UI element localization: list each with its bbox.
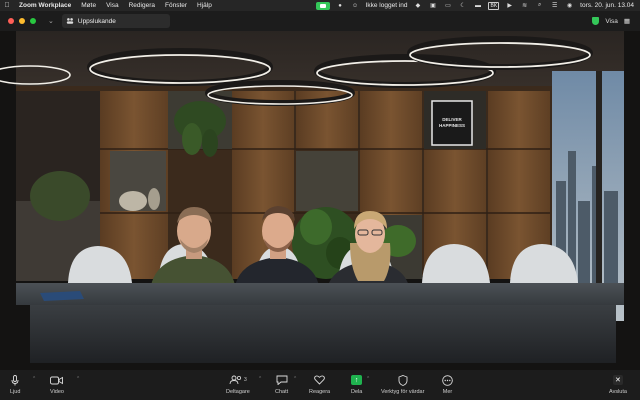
keyboard-input-badge[interactable]: BK <box>488 1 500 10</box>
conference-room-scene: DELIVER HAPPINESS <box>0 31 640 370</box>
dropbox-icon[interactable]: ◆ <box>413 2 422 9</box>
conference-table-top <box>16 283 624 305</box>
audio-button[interactable]: Ljud <box>10 374 20 395</box>
vase <box>119 191 147 211</box>
share-screen-button[interactable]: ↑ Dela <box>351 374 362 395</box>
more-icon <box>442 374 453 386</box>
host-tools-button[interactable]: Verktyg för värdar <box>381 374 424 395</box>
immersive-icon <box>66 18 74 24</box>
chat-label: Chatt <box>275 389 289 395</box>
play-icon[interactable]: ▶ <box>505 2 514 9</box>
menu-mote[interactable]: Møte <box>76 2 101 9</box>
shelf-niche <box>296 151 358 211</box>
more-label: Mer <box>442 389 453 395</box>
moon-icon[interactable]: ☾ <box>458 2 467 9</box>
wall-sign-line-1: DELIVER <box>442 117 462 122</box>
participants-button[interactable]: 3 Deltagare <box>226 374 250 395</box>
window-titlebar: ⌄ Uppslukande Visa ▦ <box>0 11 640 31</box>
view-button[interactable]: Visa <box>605 18 618 25</box>
wifi-icon[interactable]: ≋ <box>520 2 529 9</box>
participant-count: 3 <box>244 377 247 383</box>
battery-icon[interactable]: ▬ <box>473 2 482 9</box>
chat-options-chevron-icon[interactable]: ⌃ <box>293 376 297 382</box>
chat-button[interactable]: Chatt <box>275 374 288 395</box>
end-meeting-label: Avsluta <box>609 389 627 395</box>
conference-table-front <box>30 305 616 363</box>
video-label: Video <box>50 389 64 395</box>
menu-hjalp[interactable]: Hjälp <box>192 2 217 9</box>
siri-icon[interactable]: ◉ <box>565 2 574 9</box>
menubar-clock[interactable]: tors. 20. jun. 13.04 <box>580 2 634 9</box>
immersive-view-label: Uppslukande <box>77 17 116 25</box>
meeting-toolbar: Ljud ⌃ Video ⌃ 3 Deltagare ⌃ Chatt ⌃ Rea… <box>0 370 640 400</box>
participants-options-chevron-icon[interactable]: ⌃ <box>258 376 262 382</box>
microphone-icon <box>11 374 19 386</box>
video-camera-icon <box>50 374 64 386</box>
share-screen-icon: ↑ <box>351 374 363 386</box>
chevron-down-icon[interactable]: ⌄ <box>48 17 54 25</box>
camera-in-use-icon[interactable] <box>315 1 330 10</box>
video-button[interactable]: Video <box>50 374 64 395</box>
macos-menubar:  Zoom Workplace Møte Visa Redigera Föns… <box>0 0 640 11</box>
titlebar-right: Visa ▦ <box>592 17 640 25</box>
host-tools-icon <box>398 374 408 386</box>
chat-icon <box>276 374 288 386</box>
login-status[interactable]: Ikke logget ind <box>366 2 408 9</box>
wall-sign-line-2: HAPPINESS <box>439 123 465 128</box>
apple-icon[interactable]:  <box>0 2 14 9</box>
minimize-window-button[interactable] <box>19 18 25 24</box>
heart-icon <box>314 374 325 386</box>
end-meeting-icon: ✕ <box>612 374 623 386</box>
menu-redigera[interactable]: Redigera <box>124 2 160 9</box>
vase <box>148 188 160 210</box>
view-grid-icon: ▦ <box>623 18 630 25</box>
maximize-window-button[interactable] <box>30 18 36 24</box>
react-label: Reagera <box>309 389 331 395</box>
video-options-chevron-icon[interactable]: ⌃ <box>76 376 80 382</box>
window-controls <box>0 18 36 24</box>
menu-fonster[interactable]: Fönster <box>160 2 192 9</box>
meeting-video-feed[interactable]: DELIVER HAPPINESS <box>0 31 640 370</box>
audio-options-chevron-icon[interactable]: ⌃ <box>32 376 36 382</box>
search-icon[interactable]: ⌕ <box>535 2 544 9</box>
host-tools-label: Verktyg för värdar <box>381 389 425 395</box>
control-center-icon[interactable]: ☰ <box>550 2 559 9</box>
participants-icon: 3 <box>229 374 247 386</box>
menubar-extras: ● ☺ Ikke logget ind ◆ ▣ ▭ ☾ ▬ BK ▶ ≋ ⌕ ☰… <box>315 1 640 10</box>
end-meeting-button[interactable]: ✕ Avsluta <box>609 374 627 395</box>
participants-label: Deltagare <box>226 389 250 395</box>
display-icon[interactable]: ▭ <box>443 2 452 9</box>
share-options-chevron-icon[interactable]: ⌃ <box>366 376 370 382</box>
immersive-view-button[interactable]: Uppslukande <box>61 14 170 28</box>
menu-app-name[interactable]: Zoom Workplace <box>14 2 76 9</box>
close-window-button[interactable] <box>8 18 14 24</box>
user-icon[interactable]: ☺ <box>351 2 360 9</box>
share-label: Dela <box>351 389 363 395</box>
more-button[interactable]: Mer <box>442 374 453 395</box>
audio-label: Ljud <box>10 389 21 395</box>
encryption-shield-icon[interactable] <box>592 17 600 25</box>
zoom-status-icon[interactable]: ● <box>336 2 345 9</box>
react-button[interactable]: Reagera <box>309 374 330 395</box>
screen-record-icon[interactable]: ▣ <box>428 2 437 9</box>
menu-visa[interactable]: Visa <box>101 2 124 9</box>
plant <box>30 171 90 221</box>
zoom-window:  Zoom Workplace Møte Visa Redigera Föns… <box>0 0 640 400</box>
